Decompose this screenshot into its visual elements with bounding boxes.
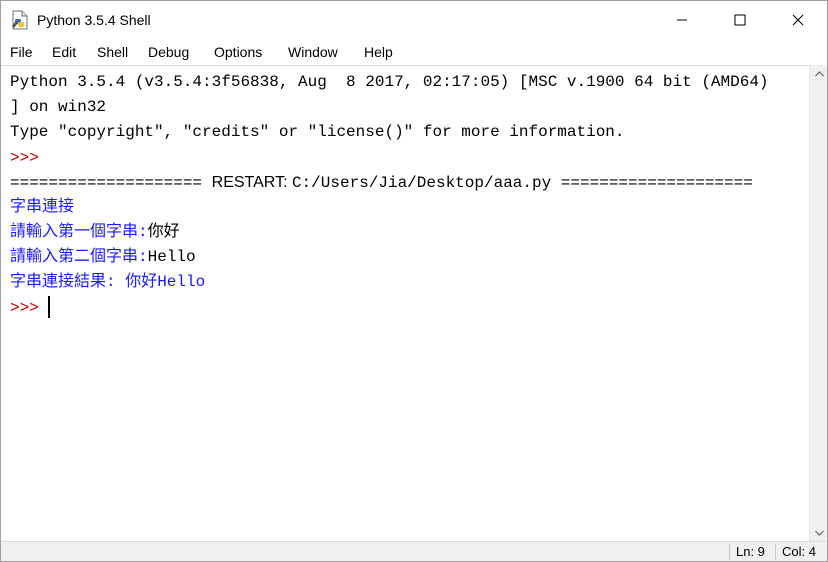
chevron-up-icon — [814, 70, 824, 76]
banner-line-3: Type "copyright", "credits" or "license(… — [10, 123, 625, 141]
input-2-prompt: 請輸入第二個字串: — [10, 248, 148, 266]
minimize-icon — [677, 19, 687, 21]
menu-window[interactable]: Window — [288, 43, 338, 61]
close-button[interactable] — [769, 1, 827, 39]
prompt-1: >>> — [10, 149, 49, 167]
restart-prefix: ==================== — [10, 174, 212, 192]
status-separator — [729, 544, 730, 560]
banner-line-1: Python 3.5.4 (v3.5.4:3f56838, Aug 8 2017… — [10, 73, 769, 91]
menu-options[interactable]: Options — [214, 43, 262, 61]
chevron-down-icon — [814, 530, 824, 536]
menu-file[interactable]: File — [10, 43, 33, 61]
window-title: Python 3.5.4 Shell — [37, 12, 151, 28]
banner-line-2: ] on win32 — [10, 98, 107, 116]
status-line: Ln: 9 — [736, 544, 765, 559]
maximize-button[interactable] — [711, 1, 769, 39]
input-2-value: Hello — [147, 248, 196, 266]
maximize-icon — [734, 14, 746, 26]
status-separator — [775, 544, 776, 560]
input-line-1: 請輸入第一個字串:你好 — [10, 222, 180, 242]
menu-bar: File Edit Shell Debug Options Window Hel… — [1, 39, 827, 65]
scroll-down-button[interactable] — [810, 524, 827, 541]
menu-edit[interactable]: Edit — [52, 43, 76, 61]
input-1-value: 你好 — [147, 223, 180, 241]
menu-help[interactable]: Help — [364, 43, 393, 61]
close-icon — [792, 14, 804, 26]
python-file-icon — [11, 10, 29, 30]
scroll-up-button[interactable] — [810, 65, 827, 82]
prompt-2: >>> — [10, 299, 49, 317]
text-cursor — [48, 296, 50, 318]
result-line: 字串連接結果: 你好Hello — [10, 273, 206, 291]
restart-path: C:/Users/Jia/Desktop/aaa.py — [291, 174, 552, 192]
status-col: Col: 4 — [782, 544, 816, 559]
menu-shell[interactable]: Shell — [97, 43, 128, 61]
input-line-2: 請輸入第二個字串:Hello — [10, 247, 196, 267]
vertical-scrollbar[interactable] — [809, 65, 827, 541]
status-bar: Ln: 9 Col: 4 — [1, 541, 827, 561]
restart-line: ==================== RESTART: C:/Users/J… — [10, 173, 753, 193]
restart-word: RESTART: — [211, 174, 292, 191]
title-bar[interactable]: Python 3.5.4 Shell — [1, 1, 827, 39]
idle-shell-window: Python 3.5.4 Shell File Edit Shell Debug… — [0, 0, 828, 562]
shell-text-area[interactable]: Python 3.5.4 (v3.5.4:3f56838, Aug 8 2017… — [1, 65, 809, 542]
output-title: 字串連接 — [10, 198, 75, 216]
input-1-prompt: 請輸入第一個字串: — [10, 223, 148, 241]
minimize-button[interactable] — [653, 1, 711, 39]
menu-debug[interactable]: Debug — [148, 43, 189, 61]
restart-suffix: ==================== — [551, 174, 753, 192]
